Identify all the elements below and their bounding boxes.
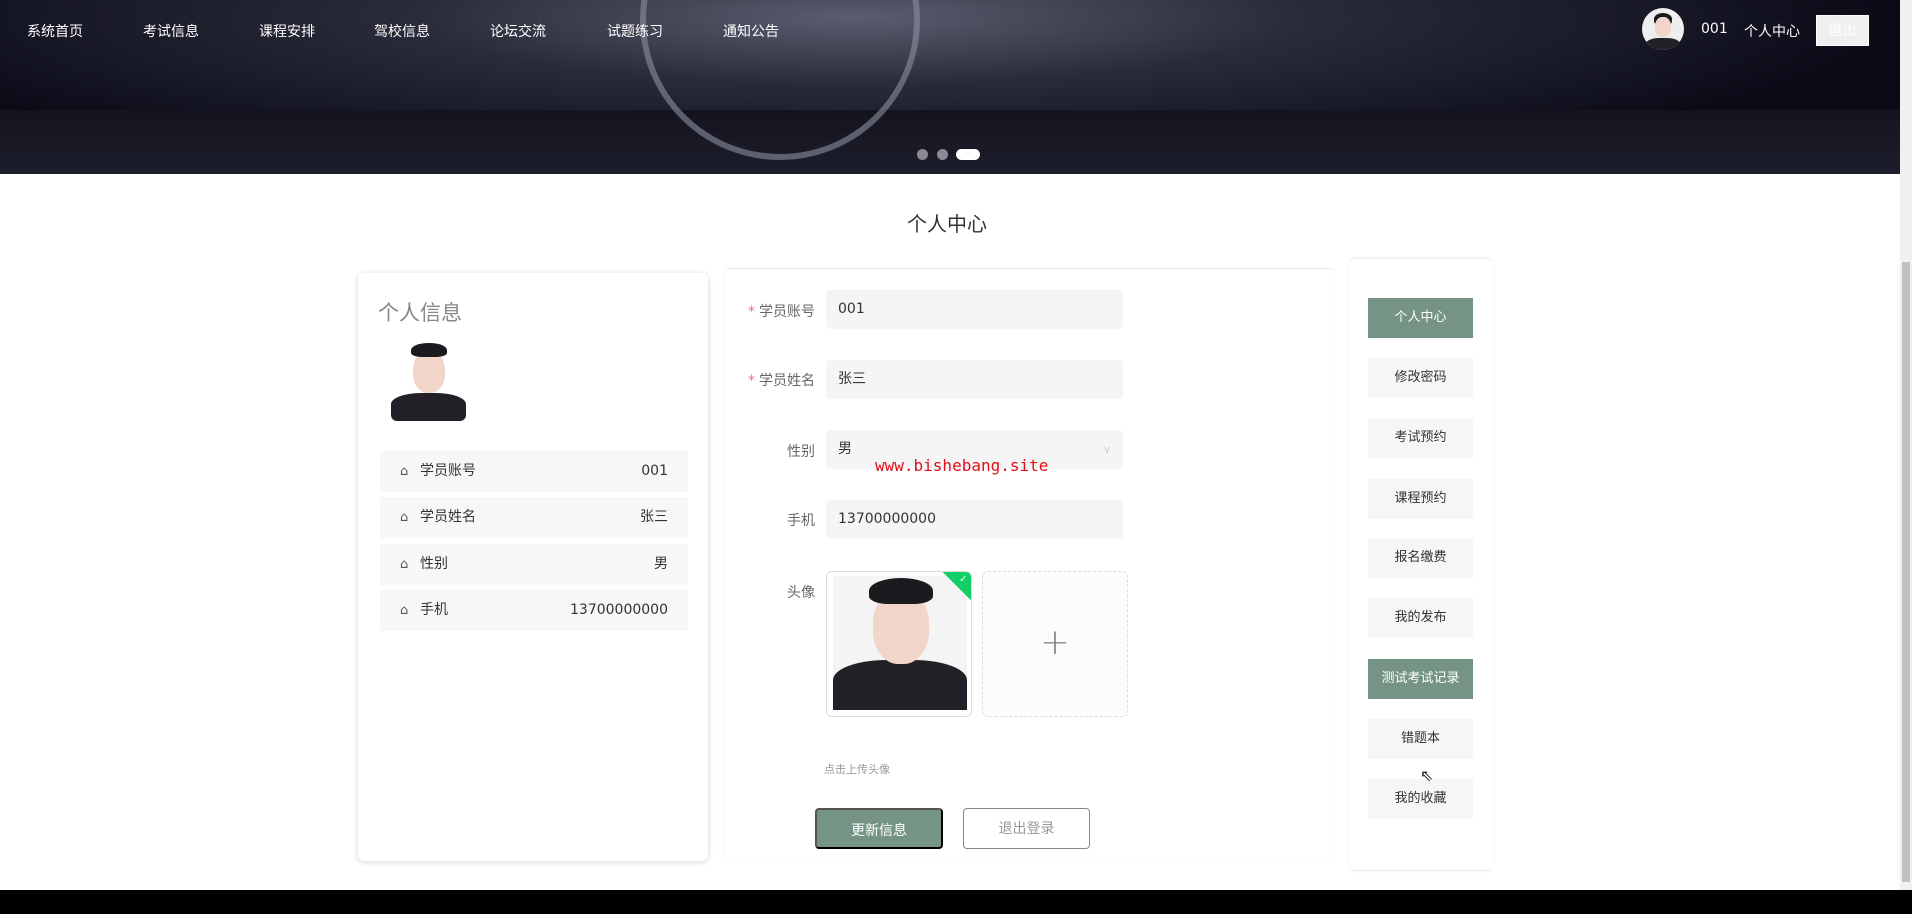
menu-registration-fee[interactable]: 报名缴费 [1368, 538, 1473, 578]
update-info-button[interactable]: 更新信息 [815, 808, 943, 849]
gender-value: 男 [838, 441, 852, 457]
menu-my-posts[interactable]: 我的发布 [1368, 598, 1473, 638]
info-label: 性别 [420, 556, 448, 572]
menu-exam-booking[interactable]: 考试预约 [1368, 418, 1473, 458]
upload-add-button[interactable]: + [982, 571, 1128, 717]
nav-home[interactable]: 系统首页 [27, 21, 83, 41]
carousel-dot-3[interactable] [956, 149, 980, 160]
info-row-account: ⌂ 学员账号 001 [380, 451, 688, 492]
user-avatar[interactable] [1642, 8, 1684, 50]
plus-icon: + [1039, 622, 1071, 663]
scrollbar-thumb[interactable] [1902, 262, 1910, 882]
gender-label: 性别 [787, 444, 815, 460]
nav-notices[interactable]: 通知公告 [723, 21, 779, 41]
phone-label: 手机 [787, 513, 815, 529]
info-value: 13700000000 [570, 602, 668, 618]
menu-change-password[interactable]: 修改密码 [1368, 358, 1473, 398]
info-row-phone: ⌂ 手机 13700000000 [380, 590, 688, 631]
profile-avatar [391, 341, 466, 421]
footer [0, 890, 1912, 914]
info-row-gender: ⌂ 性别 男 [380, 544, 688, 585]
nav-exam-info[interactable]: 考试信息 [143, 21, 199, 41]
watermark: www.bishebang.site [875, 456, 1049, 475]
name-input[interactable]: 张三 [826, 360, 1123, 399]
home-icon: ⌂ [400, 557, 409, 572]
page-title: 个人中心 [907, 212, 987, 236]
logout-button-top[interactable]: 退出 [1816, 15, 1869, 46]
home-icon: ⌂ [400, 603, 409, 618]
uploaded-avatar[interactable]: ✓ [826, 571, 972, 717]
profile-link[interactable]: 个人中心 [1744, 21, 1800, 41]
home-icon: ⌂ [400, 464, 409, 479]
page-scrollbar[interactable] [1900, 0, 1912, 890]
profile-form-card [725, 268, 1335, 860]
nav-forum[interactable]: 论坛交流 [490, 21, 546, 41]
menu-favorites[interactable]: 我的收藏 [1368, 779, 1473, 819]
name-label: * 学员姓名 [748, 373, 815, 389]
username: 001 [1701, 21, 1728, 37]
info-label: 学员账号 [420, 463, 476, 479]
info-value: 男 [654, 556, 668, 572]
carousel-dot-2[interactable] [937, 149, 948, 160]
menu-profile[interactable]: 个人中心 [1368, 298, 1473, 338]
info-row-name: ⌂ 学员姓名 张三 [380, 497, 688, 538]
menu-exam-records[interactable]: 测试考试记录 [1368, 659, 1473, 699]
carousel-dot-1[interactable] [917, 149, 928, 160]
info-label: 学员姓名 [420, 509, 476, 525]
profile-card-title: 个人信息 [378, 301, 462, 325]
nav-course-schedule[interactable]: 课程安排 [259, 21, 315, 41]
info-value: 001 [641, 463, 668, 479]
phone-input[interactable]: 13700000000 [826, 500, 1123, 539]
account-input[interactable]: 001 [826, 290, 1123, 329]
nav-practice[interactable]: 试题练习 [607, 21, 663, 41]
nav-school-info[interactable]: 驾校信息 [374, 21, 430, 41]
account-label: * 学员账号 [748, 304, 815, 320]
info-value: 张三 [640, 509, 668, 525]
chevron-down-icon: ∨ [1102, 443, 1111, 456]
info-label: 手机 [420, 602, 448, 618]
profile-card: 个人信息 ⌂ 学员账号 001 ⌂ 学员姓名 张三 ⌂ 性别 男 ⌂ 手机 1370000000… [358, 273, 708, 861]
mouse-cursor-icon: ⇖ [1420, 766, 1434, 785]
upload-hint: 点击上传头像 [824, 763, 890, 776]
logout-button[interactable]: 退出登录 [963, 808, 1090, 849]
banner-image [0, 110, 1900, 174]
home-icon: ⌂ [400, 510, 409, 525]
avatar-label: 头像 [787, 585, 815, 601]
menu-wrong-questions[interactable]: 错题本 [1368, 719, 1473, 759]
menu-course-booking[interactable]: 课程预约 [1368, 479, 1473, 519]
